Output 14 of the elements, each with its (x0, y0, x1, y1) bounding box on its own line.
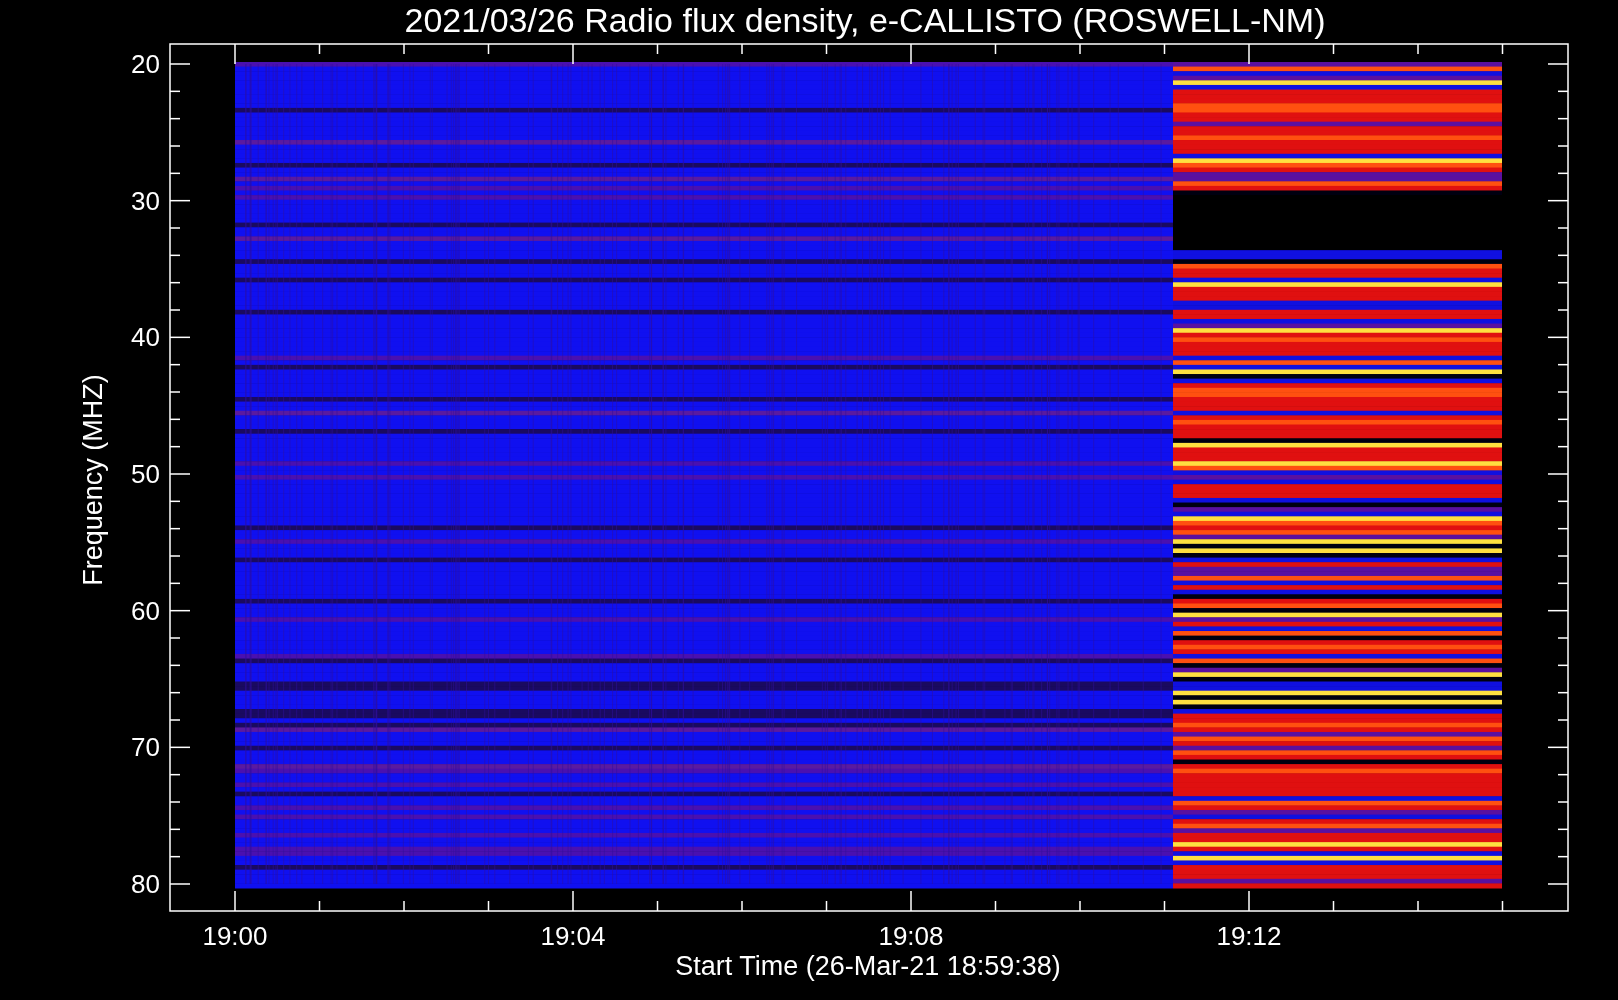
x-tick-label: 19:08 (878, 921, 944, 951)
y-axis-label: Frequency (MHZ) (78, 374, 108, 586)
x-tick-label: 19:12 (1216, 921, 1282, 951)
y-tick-label: 30 (131, 185, 160, 216)
y-tick-label: 80 (131, 869, 160, 899)
plot-title: 2021/03/26 Radio flux density, e-CALLISTO (ROSWELL-NM) (404, 1, 1326, 39)
y-tick-label: 40 (131, 322, 160, 353)
y-tick-label: 20 (131, 49, 160, 79)
y-tick-label: 50 (131, 459, 160, 489)
x-tick-label: 19:00 (202, 921, 268, 951)
x-tick-label: 19:04 (540, 921, 606, 951)
x-axis-label: Start Time (26-Mar-21 18:59:38) (675, 951, 1061, 981)
y-tick-label: 70 (131, 732, 160, 763)
y-tick-label: 60 (131, 595, 160, 626)
